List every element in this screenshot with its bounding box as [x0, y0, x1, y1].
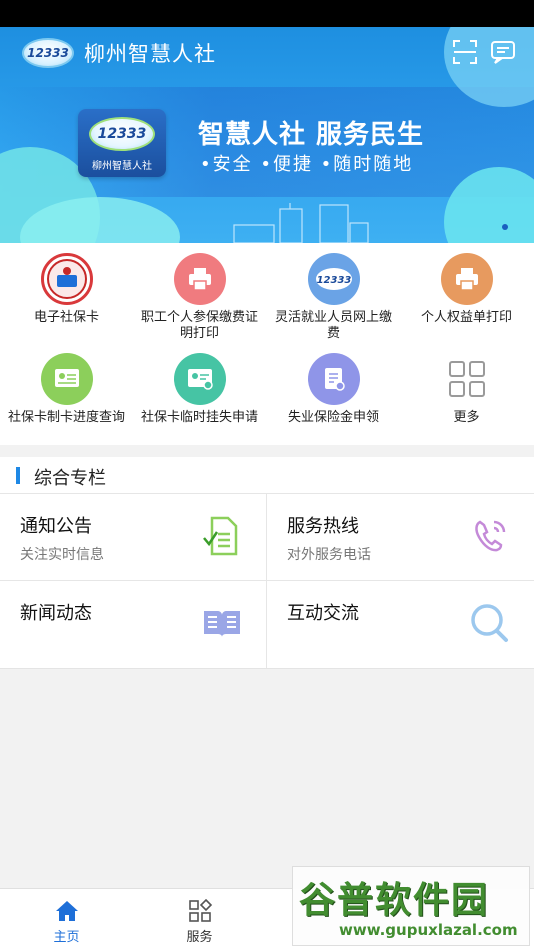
service-label: 职工个人参保缴费证明打印: [140, 310, 258, 341]
city-skyline-icon: [233, 203, 369, 243]
phone-call-icon: [475, 520, 506, 552]
service-contribution-print[interactable]: 职工个人参保缴费证明打印: [133, 243, 266, 343]
message-icon[interactable]: [489, 38, 517, 66]
service-rights-print[interactable]: 个人权益单打印: [400, 243, 533, 343]
tab-label: 主页: [53, 930, 80, 945]
card-title: 新闻动态: [20, 603, 92, 624]
banner-logo-text: 12333: [97, 126, 147, 142]
scan-icon[interactable]: [451, 38, 479, 66]
card-title: 互动交流: [287, 603, 359, 624]
document-edit-icon: [307, 353, 360, 405]
service-label: 灵活就业人员网上缴费: [274, 310, 392, 341]
card-title: 通知公告: [20, 516, 92, 537]
tab-services[interactable]: 服务: [133, 889, 266, 950]
banner-subslogan: •安全 •便捷 •随时随地: [200, 154, 414, 175]
id-card-progress-icon: [40, 353, 93, 405]
watermark: 谷普软件园 www.gupuxlazal.com: [292, 866, 530, 946]
tab-home[interactable]: 主页: [0, 889, 133, 950]
printer-icon: [173, 253, 226, 305]
social-security-card-icon: [40, 253, 93, 305]
banner-logo-caption: 柳州智慧人社: [92, 161, 152, 172]
service-label: 社保卡临时挂失申请: [140, 410, 258, 425]
banner-logo: 12333 柳州智慧人社: [78, 109, 166, 177]
status-bar: [0, 0, 534, 27]
feature-cards: 通知公告 关注实时信息 服务热线 对外服务电话 新闻动态 互动交流: [0, 494, 534, 669]
search-magnifier-icon: [471, 604, 508, 642]
service-label: 失业保险金申领: [287, 410, 379, 425]
section-title: 综合专栏: [34, 468, 106, 489]
notice-doc-icon: [203, 516, 238, 556]
service-more[interactable]: 更多: [400, 343, 533, 443]
carousel-indicator: [502, 224, 508, 230]
card-interaction[interactable]: 互动交流: [267, 581, 534, 668]
service-flexible-payment[interactable]: 12333 灵活就业人员网上缴费: [267, 243, 400, 343]
card-news[interactable]: 新闻动态: [0, 581, 267, 668]
open-book-icon: [204, 611, 240, 637]
service-label: 社保卡制卡进度查询: [7, 410, 125, 425]
home-icon: [55, 901, 78, 921]
section-header: 综合专栏: [0, 457, 534, 494]
card-hotline[interactable]: 服务热线 对外服务电话: [267, 494, 534, 581]
card-subtitle: 对外服务电话: [287, 547, 371, 563]
svg-text:12333: 12333: [316, 275, 351, 286]
app-logo-text: 12333: [27, 46, 69, 60]
app-logo: 12333: [22, 38, 74, 68]
tab-label: 服务: [186, 930, 213, 945]
banner-slogan: 智慧人社 服务民生: [198, 120, 425, 150]
12333-badge-icon: 12333: [307, 253, 360, 305]
card-notice[interactable]: 通知公告 关注实时信息: [0, 494, 267, 581]
id-card-loss-icon: [173, 353, 226, 405]
printer-icon: [440, 253, 493, 305]
service-card-progress[interactable]: 社保卡制卡进度查询: [0, 343, 133, 443]
services-grid-icon: [188, 899, 212, 922]
service-card-loss[interactable]: 社保卡临时挂失申请: [133, 343, 266, 443]
app-title: 柳州智慧人社: [84, 42, 216, 66]
service-label: 电子社保卡: [33, 310, 99, 325]
service-label: 个人权益单打印: [420, 310, 512, 325]
watermark-url: www.gupuxlazal.com: [339, 921, 518, 939]
watermark-brand: 谷普软件园: [299, 880, 490, 921]
service-unemployment[interactable]: 失业保险金申领: [267, 343, 400, 443]
service-e-social-card[interactable]: 电子社保卡: [0, 243, 133, 343]
more-grid-icon: [441, 353, 493, 405]
service-grid: 电子社保卡 职工个人参保缴费证明打印 12333 灵活就业人员网上缴费 个人权益…: [0, 243, 534, 445]
section-accent-bar: [16, 467, 20, 484]
card-subtitle: 关注实时信息: [20, 547, 104, 563]
service-label: 更多: [453, 410, 480, 425]
card-title: 服务热线: [287, 516, 359, 537]
